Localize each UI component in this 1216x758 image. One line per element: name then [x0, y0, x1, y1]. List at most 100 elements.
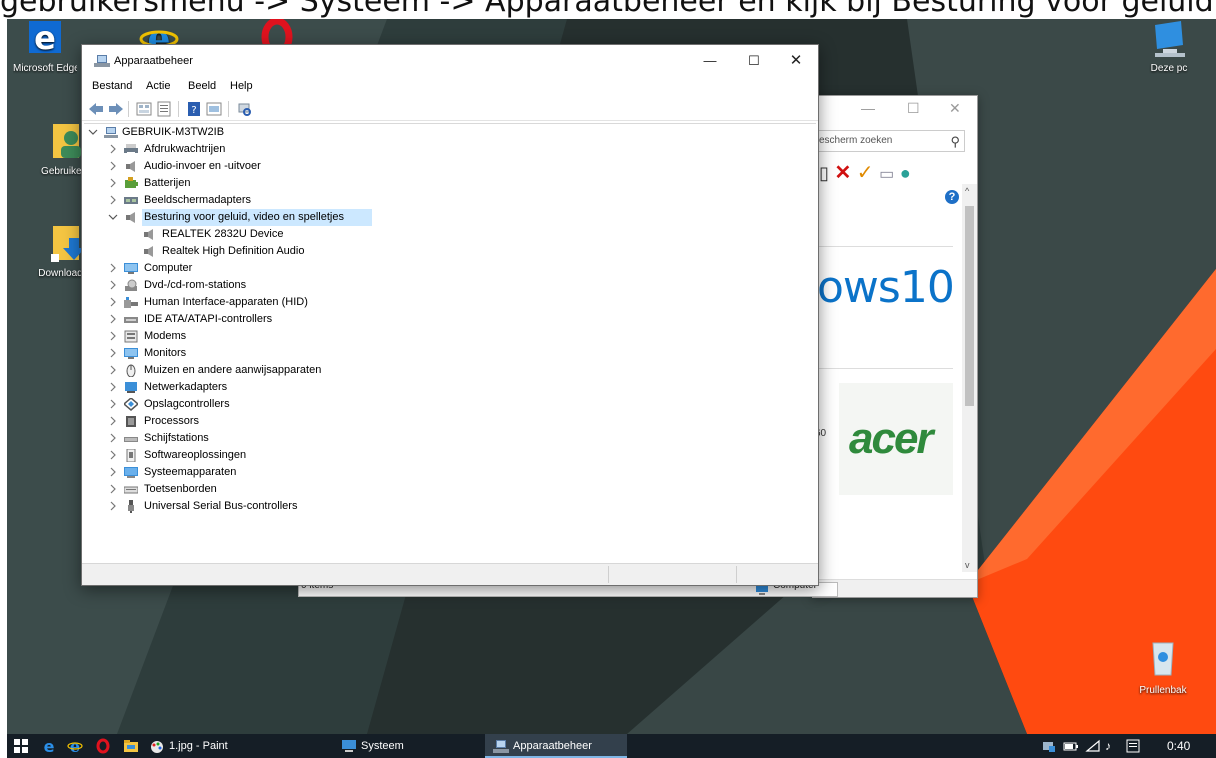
chevron-right-icon[interactable] — [108, 484, 118, 494]
acer-logo: acer — [849, 414, 934, 463]
close-icon[interactable]: ✕ — [949, 100, 961, 117]
maximize-button[interactable]: ☐ — [734, 49, 774, 73]
chevron-down-icon[interactable] — [108, 212, 118, 222]
chevron-right-icon[interactable] — [108, 195, 118, 205]
disc-icon — [125, 279, 137, 291]
device-manager-window[interactable]: Apparaatbeheer — ☐ ✕ Bestand Actie Beeld… — [81, 44, 819, 586]
chevron-down-icon[interactable] — [88, 127, 98, 137]
toolbar-separator — [228, 101, 229, 117]
menu-actie[interactable]: Actie — [146, 80, 170, 92]
chevron-right-icon[interactable] — [108, 433, 118, 443]
divider — [813, 368, 953, 369]
user-folder-icon — [53, 124, 81, 158]
chevron-right-icon[interactable] — [108, 331, 118, 341]
recycle-bin-icon — [1152, 642, 1174, 676]
taskbar-paint[interactable]: 1.jpg - Paint — [147, 734, 297, 758]
chevron-right-icon[interactable] — [108, 365, 118, 375]
desktop-icon-recycle[interactable]: Prullenbak — [1131, 637, 1195, 696]
tree-category-label: Besturing voor geluid, video en spelletj… — [144, 211, 344, 223]
delete-icon[interactable]: ✕ — [834, 162, 851, 184]
scroll-up-icon[interactable]: ^ — [965, 186, 969, 196]
scrollbar-thumb[interactable] — [965, 206, 974, 406]
tree-category-label: Afdrukwachtrijen — [144, 143, 226, 155]
chevron-right-icon[interactable] — [108, 501, 118, 511]
device-tree[interactable]: GEBRUIK-M3TW2IB Afdrukwachtrijen Audio-in… — [84, 123, 816, 563]
edge-icon: e — [29, 19, 61, 57]
tree-category-label: Muizen en andere aanwijsapparaten — [144, 364, 322, 376]
search-icon: ⚲ — [950, 134, 960, 149]
scrollbar[interactable]: ^ v — [962, 184, 977, 572]
taskbar-systeem[interactable]: Systeem — [339, 734, 469, 758]
systeem-window[interactable]: — ☐ ✕ escherm zoeken ⚲ ▯ ✕ ✓ ▭ ● ? ows10… — [812, 95, 978, 598]
help-book-icon[interactable]: ? — [186, 101, 202, 117]
taskbar-apparaatbeheer[interactable]: Apparaatbeheer — [485, 734, 627, 758]
keyboard-icon — [124, 486, 138, 494]
svg-text:e: e — [44, 738, 55, 754]
scan-hardware-icon[interactable] — [236, 101, 252, 117]
menu-help[interactable]: Help — [230, 80, 253, 92]
ide-icon — [124, 317, 138, 323]
list-view-icon[interactable] — [156, 101, 172, 117]
chevron-right-icon[interactable] — [108, 280, 118, 290]
battery-icon — [125, 177, 138, 188]
check-icon[interactable]: ✓ — [857, 162, 874, 184]
minimize-icon[interactable]: — — [861, 100, 875, 116]
properties-icon[interactable]: ▭ — [879, 166, 894, 183]
back-arrow-icon[interactable] — [88, 101, 104, 117]
tree-category-label: Schijfstations — [144, 432, 209, 444]
globe-icon[interactable]: ● — [900, 163, 911, 183]
chevron-right-icon[interactable] — [108, 178, 118, 188]
display-adapter-icon — [124, 197, 138, 204]
properties-grid-icon[interactable] — [136, 101, 152, 117]
scroll-down-icon[interactable]: v — [965, 560, 970, 570]
desktop-icon-this-pc[interactable]: Deze pc — [1137, 19, 1201, 74]
close-button[interactable]: ✕ — [776, 49, 816, 73]
toolbar: ? — [82, 97, 818, 121]
svg-text:?: ? — [191, 105, 196, 116]
clock[interactable]: 0:40 — [1167, 734, 1190, 758]
notification-icon[interactable] — [1125, 738, 1141, 754]
chevron-right-icon[interactable] — [108, 467, 118, 477]
search-input[interactable]: escherm zoeken ⚲ — [813, 130, 965, 152]
paint-icon — [151, 741, 163, 753]
computer-icon — [104, 127, 118, 138]
desktop-icon-edge[interactable]: e Microsoft Edge — [13, 19, 77, 74]
software-icon — [126, 449, 136, 462]
chevron-right-icon[interactable] — [108, 450, 118, 460]
tree-category-label: Opslagcontrollers — [144, 398, 230, 410]
chevron-right-icon[interactable] — [108, 314, 118, 324]
chevron-right-icon[interactable] — [108, 161, 118, 171]
network-tray-icon[interactable] — [1041, 738, 1057, 754]
chevron-right-icon[interactable] — [108, 399, 118, 409]
wifi-tray-icon[interactable] — [1085, 738, 1101, 754]
chevron-right-icon[interactable] — [108, 297, 118, 307]
file-explorer-icon[interactable] — [123, 738, 139, 754]
clipboard-icon[interactable]: ▯ — [819, 163, 829, 183]
chevron-right-icon[interactable] — [108, 144, 118, 154]
resource-view-icon[interactable] — [206, 101, 222, 117]
status-bar — [82, 563, 818, 585]
windows-start-icon[interactable] — [13, 738, 29, 754]
chevron-right-icon[interactable] — [108, 348, 118, 358]
internet-explorer-icon[interactable]: e — [67, 738, 83, 754]
chevron-right-icon[interactable] — [108, 382, 118, 392]
menu-bestand[interactable]: Bestand — [92, 80, 132, 92]
edge-icon[interactable]: e — [41, 738, 57, 754]
maximize-icon[interactable]: ☐ — [907, 100, 920, 117]
title-bar[interactable]: Apparaatbeheer — ☐ ✕ — [82, 45, 818, 75]
opera-icon[interactable] — [95, 738, 111, 754]
chevron-right-icon[interactable] — [108, 263, 118, 273]
speaker-icon — [144, 229, 153, 240]
tree-device-label: Realtek High Definition Audio — [162, 245, 305, 257]
chevron-right-icon[interactable] — [108, 416, 118, 426]
tree-category-label: Computer — [144, 262, 193, 274]
volume-icon[interactable]: ♪ — [1105, 734, 1111, 758]
help-icon[interactable]: ? — [945, 190, 959, 204]
menu-beeld[interactable]: Beeld — [188, 80, 216, 92]
usb-icon — [128, 500, 134, 513]
minimize-button[interactable]: — — [690, 49, 730, 73]
tree-category-label: Universal Serial Bus-controllers — [144, 500, 298, 512]
systeem-toolbar: ▯ ✕ ✓ ▭ ● — [819, 162, 911, 184]
forward-arrow-icon[interactable] — [108, 101, 124, 117]
battery-tray-icon[interactable] — [1063, 738, 1079, 754]
